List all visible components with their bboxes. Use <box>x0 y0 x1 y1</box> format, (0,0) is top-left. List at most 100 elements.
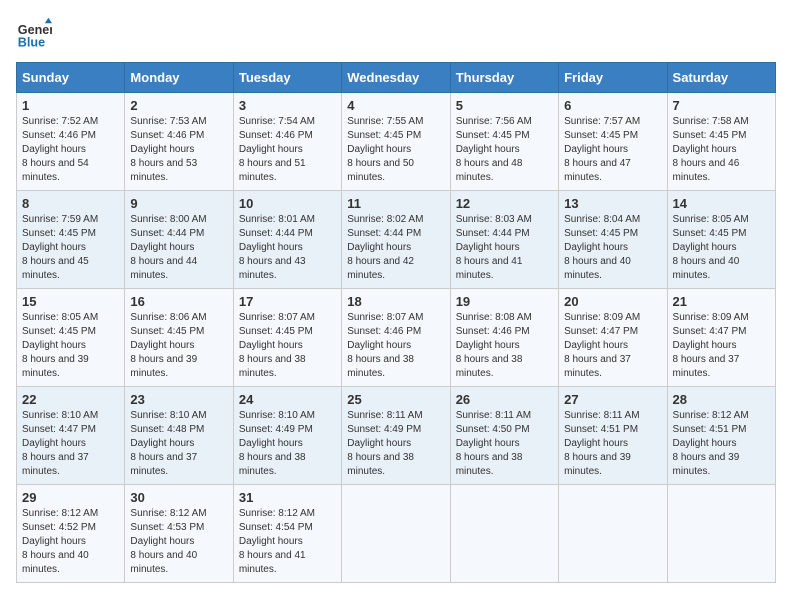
day-number: 24 <box>239 392 336 407</box>
day-number: 8 <box>22 196 119 211</box>
day-number: 14 <box>673 196 770 211</box>
cell-content: Sunrise: 8:10 AM Sunset: 4:49 PM Dayligh… <box>239 409 336 479</box>
calendar-cell: 13 Sunrise: 8:04 AM Sunset: 4:45 PM Dayl… <box>559 191 667 289</box>
cell-content: Sunrise: 7:52 AM Sunset: 4:46 PM Dayligh… <box>22 115 119 185</box>
calendar-cell <box>559 485 667 583</box>
cell-content: Sunrise: 8:11 AM Sunset: 4:49 PM Dayligh… <box>347 409 444 479</box>
svg-text:Blue: Blue <box>18 36 45 50</box>
calendar-cell: 2 Sunrise: 7:53 AM Sunset: 4:46 PM Dayli… <box>125 93 233 191</box>
day-number: 22 <box>22 392 119 407</box>
cell-content: Sunrise: 7:58 AM Sunset: 4:45 PM Dayligh… <box>673 115 770 185</box>
day-header-thursday: Thursday <box>450 63 558 93</box>
calendar-cell: 12 Sunrise: 8:03 AM Sunset: 4:44 PM Dayl… <box>450 191 558 289</box>
day-number: 4 <box>347 98 444 113</box>
calendar-cell: 24 Sunrise: 8:10 AM Sunset: 4:49 PM Dayl… <box>233 387 341 485</box>
calendar-cell: 29 Sunrise: 8:12 AM Sunset: 4:52 PM Dayl… <box>17 485 125 583</box>
calendar-cell: 20 Sunrise: 8:09 AM Sunset: 4:47 PM Dayl… <box>559 289 667 387</box>
calendar-cell: 31 Sunrise: 8:12 AM Sunset: 4:54 PM Dayl… <box>233 485 341 583</box>
calendar-cell: 4 Sunrise: 7:55 AM Sunset: 4:45 PM Dayli… <box>342 93 450 191</box>
day-number: 29 <box>22 490 119 505</box>
calendar-cell: 16 Sunrise: 8:06 AM Sunset: 4:45 PM Dayl… <box>125 289 233 387</box>
calendar-cell: 30 Sunrise: 8:12 AM Sunset: 4:53 PM Dayl… <box>125 485 233 583</box>
cell-content: Sunrise: 8:09 AM Sunset: 4:47 PM Dayligh… <box>564 311 661 381</box>
day-number: 18 <box>347 294 444 309</box>
calendar-cell: 15 Sunrise: 8:05 AM Sunset: 4:45 PM Dayl… <box>17 289 125 387</box>
calendar-cell: 28 Sunrise: 8:12 AM Sunset: 4:51 PM Dayl… <box>667 387 775 485</box>
day-number: 25 <box>347 392 444 407</box>
cell-content: Sunrise: 8:01 AM Sunset: 4:44 PM Dayligh… <box>239 213 336 283</box>
cell-content: Sunrise: 8:05 AM Sunset: 4:45 PM Dayligh… <box>22 311 119 381</box>
header: General Blue <box>16 16 776 52</box>
calendar-cell: 26 Sunrise: 8:11 AM Sunset: 4:50 PM Dayl… <box>450 387 558 485</box>
day-header-saturday: Saturday <box>667 63 775 93</box>
day-number: 19 <box>456 294 553 309</box>
day-number: 2 <box>130 98 227 113</box>
cell-content: Sunrise: 8:05 AM Sunset: 4:45 PM Dayligh… <box>673 213 770 283</box>
calendar-cell <box>450 485 558 583</box>
cell-content: Sunrise: 8:02 AM Sunset: 4:44 PM Dayligh… <box>347 213 444 283</box>
day-number: 7 <box>673 98 770 113</box>
day-number: 17 <box>239 294 336 309</box>
day-number: 11 <box>347 196 444 211</box>
day-header-monday: Monday <box>125 63 233 93</box>
calendar-cell: 7 Sunrise: 7:58 AM Sunset: 4:45 PM Dayli… <box>667 93 775 191</box>
calendar-cell: 8 Sunrise: 7:59 AM Sunset: 4:45 PM Dayli… <box>17 191 125 289</box>
calendar-cell: 19 Sunrise: 8:08 AM Sunset: 4:46 PM Dayl… <box>450 289 558 387</box>
calendar-cell: 10 Sunrise: 8:01 AM Sunset: 4:44 PM Dayl… <box>233 191 341 289</box>
day-number: 31 <box>239 490 336 505</box>
day-header-tuesday: Tuesday <box>233 63 341 93</box>
cell-content: Sunrise: 8:12 AM Sunset: 4:54 PM Dayligh… <box>239 507 336 577</box>
cell-content: Sunrise: 7:55 AM Sunset: 4:45 PM Dayligh… <box>347 115 444 185</box>
cell-content: Sunrise: 8:11 AM Sunset: 4:51 PM Dayligh… <box>564 409 661 479</box>
cell-content: Sunrise: 8:10 AM Sunset: 4:47 PM Dayligh… <box>22 409 119 479</box>
cell-content: Sunrise: 7:54 AM Sunset: 4:46 PM Dayligh… <box>239 115 336 185</box>
calendar-cell: 11 Sunrise: 8:02 AM Sunset: 4:44 PM Dayl… <box>342 191 450 289</box>
day-number: 9 <box>130 196 227 211</box>
day-number: 3 <box>239 98 336 113</box>
day-number: 1 <box>22 98 119 113</box>
calendar-cell: 22 Sunrise: 8:10 AM Sunset: 4:47 PM Dayl… <box>17 387 125 485</box>
cell-content: Sunrise: 8:10 AM Sunset: 4:48 PM Dayligh… <box>130 409 227 479</box>
cell-content: Sunrise: 8:09 AM Sunset: 4:47 PM Dayligh… <box>673 311 770 381</box>
cell-content: Sunrise: 8:00 AM Sunset: 4:44 PM Dayligh… <box>130 213 227 283</box>
cell-content: Sunrise: 8:04 AM Sunset: 4:45 PM Dayligh… <box>564 213 661 283</box>
cell-content: Sunrise: 8:06 AM Sunset: 4:45 PM Dayligh… <box>130 311 227 381</box>
day-header-sunday: Sunday <box>17 63 125 93</box>
day-number: 23 <box>130 392 227 407</box>
day-number: 12 <box>456 196 553 211</box>
calendar-cell: 23 Sunrise: 8:10 AM Sunset: 4:48 PM Dayl… <box>125 387 233 485</box>
cell-content: Sunrise: 8:08 AM Sunset: 4:46 PM Dayligh… <box>456 311 553 381</box>
calendar-cell: 21 Sunrise: 8:09 AM Sunset: 4:47 PM Dayl… <box>667 289 775 387</box>
calendar-cell: 27 Sunrise: 8:11 AM Sunset: 4:51 PM Dayl… <box>559 387 667 485</box>
day-number: 13 <box>564 196 661 211</box>
calendar-cell: 18 Sunrise: 8:07 AM Sunset: 4:46 PM Dayl… <box>342 289 450 387</box>
calendar-cell: 6 Sunrise: 7:57 AM Sunset: 4:45 PM Dayli… <box>559 93 667 191</box>
cell-content: Sunrise: 8:11 AM Sunset: 4:50 PM Dayligh… <box>456 409 553 479</box>
cell-content: Sunrise: 7:59 AM Sunset: 4:45 PM Dayligh… <box>22 213 119 283</box>
day-number: 16 <box>130 294 227 309</box>
calendar-cell: 1 Sunrise: 7:52 AM Sunset: 4:46 PM Dayli… <box>17 93 125 191</box>
day-number: 20 <box>564 294 661 309</box>
calendar-cell: 14 Sunrise: 8:05 AM Sunset: 4:45 PM Dayl… <box>667 191 775 289</box>
calendar-table: SundayMondayTuesdayWednesdayThursdayFrid… <box>16 62 776 583</box>
day-number: 26 <box>456 392 553 407</box>
day-number: 5 <box>456 98 553 113</box>
calendar-cell <box>342 485 450 583</box>
day-header-friday: Friday <box>559 63 667 93</box>
day-number: 28 <box>673 392 770 407</box>
day-number: 6 <box>564 98 661 113</box>
day-number: 10 <box>239 196 336 211</box>
cell-content: Sunrise: 8:12 AM Sunset: 4:53 PM Dayligh… <box>130 507 227 577</box>
calendar-cell: 17 Sunrise: 8:07 AM Sunset: 4:45 PM Dayl… <box>233 289 341 387</box>
day-number: 30 <box>130 490 227 505</box>
cell-content: Sunrise: 7:56 AM Sunset: 4:45 PM Dayligh… <box>456 115 553 185</box>
day-number: 27 <box>564 392 661 407</box>
day-number: 21 <box>673 294 770 309</box>
cell-content: Sunrise: 8:03 AM Sunset: 4:44 PM Dayligh… <box>456 213 553 283</box>
cell-content: Sunrise: 8:07 AM Sunset: 4:46 PM Dayligh… <box>347 311 444 381</box>
cell-content: Sunrise: 8:07 AM Sunset: 4:45 PM Dayligh… <box>239 311 336 381</box>
calendar-cell: 5 Sunrise: 7:56 AM Sunset: 4:45 PM Dayli… <box>450 93 558 191</box>
cell-content: Sunrise: 8:12 AM Sunset: 4:51 PM Dayligh… <box>673 409 770 479</box>
logo: General Blue <box>16 16 52 52</box>
calendar-cell <box>667 485 775 583</box>
